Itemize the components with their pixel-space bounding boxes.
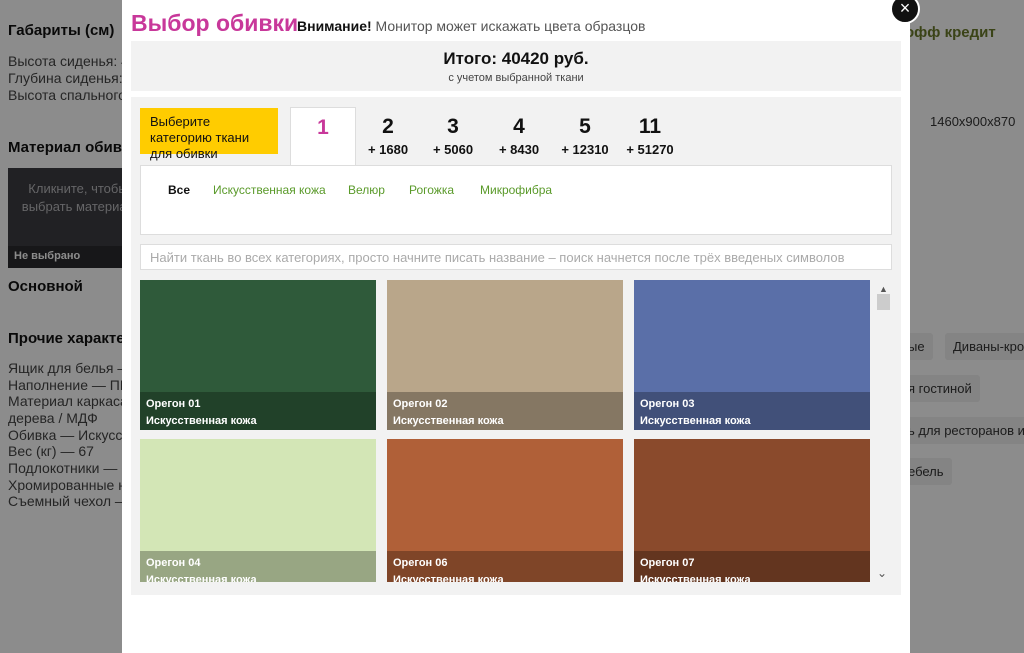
tab-price: + 12310 <box>561 142 609 157</box>
fabric-type: Искусственная кожа <box>146 415 257 427</box>
fabric-type: Искусственная кожа <box>146 574 257 582</box>
fabric-grid: Орегон 01 Искусственная кожа Орегон 02 Иск… <box>140 280 873 582</box>
total-box: Итого: 40420 руб. с учетом выбранной тка… <box>131 41 901 91</box>
subcategory-all[interactable]: Все <box>168 183 190 197</box>
fabric-caption: Орегон 06 Искусственная кожа <box>387 551 623 582</box>
fabric-caption: Орегон 01 Искусственная кожа <box>140 392 376 430</box>
tab-category-4[interactable]: 4 + 8430 <box>486 107 552 165</box>
tab-price: + 51270 <box>626 142 674 157</box>
tab-price: + 1680 <box>367 142 409 157</box>
scroll-up-icon[interactable]: ▲ <box>879 284 888 294</box>
tab-number: 11 <box>638 115 662 138</box>
tab-category-3[interactable]: 3 + 5060 <box>420 107 486 165</box>
tab-category-5[interactable]: 5 + 12310 <box>552 107 618 165</box>
total-subtitle: с учетом выбранной ткани <box>448 72 584 84</box>
fabric-search-input[interactable]: Найти ткань во всех категориях, просто н… <box>140 244 892 270</box>
tab-category-2[interactable]: 2 + 1680 <box>355 107 421 165</box>
fabric-name: Орегон 06 <box>393 557 448 569</box>
fabric-name: Орегон 01 <box>146 398 201 410</box>
fabric-name: Орегон 07 <box>640 557 695 569</box>
fabric-caption: Орегон 02 Искусственная кожа <box>387 392 623 430</box>
category-hint: Выберите категорию ткани для обивки <box>140 108 278 161</box>
warning-text: Монитор может искажать цвета образцов <box>371 18 646 34</box>
fabric-card[interactable]: Орегон 06 Искусственная кожа <box>387 439 623 582</box>
chevron-down-icon[interactable]: ⌄ <box>877 566 887 580</box>
tab-number: 2 <box>382 115 394 138</box>
tab-number: 3 <box>447 115 459 138</box>
subcategory-velour[interactable]: Велюр <box>348 183 385 197</box>
fabric-selector: Выберите категорию ткани для обивки 1 2 … <box>131 97 901 595</box>
subcategory-panel: Все Искусственная кожа Велюр Рогожка Мик… <box>140 165 892 235</box>
fabric-type: Искусственная кожа <box>393 415 504 427</box>
fabric-caption: Орегон 04 Искусственная кожа <box>140 551 376 582</box>
fabric-card[interactable]: Орегон 03 Искусственная кожа <box>634 280 870 430</box>
grid-scrollbar[interactable]: ▲ ⌄ <box>875 280 892 582</box>
color-warning: Внимание! Монитор может искажать цвета о… <box>297 18 645 34</box>
fabric-type: Искусственная кожа <box>640 415 751 427</box>
fabric-type: Искусственная кожа <box>393 574 504 582</box>
tab-number: 5 <box>579 115 591 138</box>
fabric-name: Орегон 02 <box>393 398 448 410</box>
tab-number: 1 <box>317 116 329 139</box>
scroll-thumb[interactable] <box>877 294 890 310</box>
fabric-card[interactable]: Орегон 07 Искусственная кожа <box>634 439 870 582</box>
fabric-name: Орегон 04 <box>146 557 201 569</box>
tab-category-1[interactable]: 1 <box>290 107 356 167</box>
subcategory-microfiber[interactable]: Микрофибра <box>480 183 552 197</box>
tab-category-11[interactable]: 11 + 51270 <box>617 107 683 165</box>
fabric-caption: Орегон 07 Искусственная кожа <box>634 551 870 582</box>
fabric-card[interactable]: Орегон 01 Искусственная кожа <box>140 280 376 430</box>
fabric-name: Орегон 03 <box>640 398 695 410</box>
subcategory-matting[interactable]: Рогожка <box>409 183 454 197</box>
upholstery-modal: Выбор обивки Внимание! Монитор может иск… <box>122 0 910 653</box>
tab-number: 4 <box>513 115 525 138</box>
fabric-type: Искусственная кожа <box>640 574 751 582</box>
modal-title: Выбор обивки <box>131 10 299 36</box>
subcategory-leather[interactable]: Искусственная кожа <box>213 183 326 197</box>
fabric-card[interactable]: Орегон 04 Искусственная кожа <box>140 439 376 582</box>
tab-price: + 8430 <box>498 142 540 157</box>
fabric-caption: Орегон 03 Искусственная кожа <box>634 392 870 430</box>
tab-price: + 5060 <box>432 142 474 157</box>
fabric-card[interactable]: Орегон 02 Искусственная кожа <box>387 280 623 430</box>
total-price: Итого: 40420 руб. <box>443 49 589 68</box>
warning-bold: Внимание! <box>297 18 372 34</box>
